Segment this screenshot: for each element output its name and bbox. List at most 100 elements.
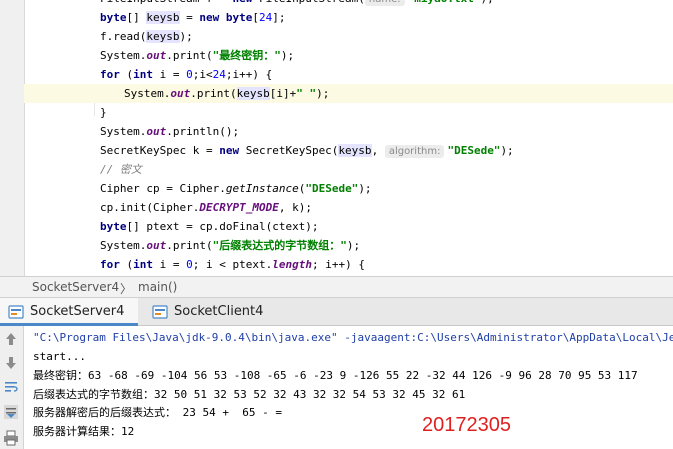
breadcrumb-method[interactable]: main() bbox=[138, 280, 177, 294]
console-command-line: "C:\Program Files\Java\jdk-9.0.4\bin\jav… bbox=[33, 331, 673, 344]
console-line: 后缀表达式的字节数组：32 50 51 32 53 52 32 43 32 32… bbox=[33, 388, 466, 401]
code-token: out bbox=[146, 125, 167, 138]
editor-gutter[interactable] bbox=[0, 0, 25, 276]
code-line[interactable]: cp.init(Cipher.DECRYPT_MODE, k); bbox=[24, 198, 673, 217]
code-token: .println(); bbox=[166, 125, 240, 138]
code-token: getInstance bbox=[225, 182, 299, 195]
code-line[interactable]: System.out.print(keysb[i]+" "); bbox=[24, 84, 673, 103]
code-token: new byte bbox=[199, 11, 253, 24]
print-icon[interactable] bbox=[3, 430, 19, 446]
code-token: ;i< bbox=[192, 68, 213, 81]
code-token: ); bbox=[358, 182, 372, 195]
console-toolbar bbox=[0, 326, 24, 449]
code-line[interactable]: System.out.println(); bbox=[24, 122, 673, 141]
code-line[interactable]: for (int i = 0;i<24;i++) { bbox=[24, 65, 673, 84]
soft-wrap-icon[interactable] bbox=[3, 379, 19, 395]
breadcrumb-separator: 〉 bbox=[120, 282, 133, 296]
code-line[interactable]: } bbox=[24, 103, 673, 122]
code-line-text: Cipher cp = Cipher.getInstance("DESede")… bbox=[100, 179, 372, 198]
code-token: for bbox=[100, 258, 120, 271]
code-line[interactable]: f.read(keysb); bbox=[24, 27, 673, 46]
code-line[interactable]: Cipher cp = Cipher.getInstance("DESede")… bbox=[24, 179, 673, 198]
code-line[interactable]: // 密文 bbox=[24, 160, 673, 179]
code-token: "DESede" bbox=[447, 144, 501, 157]
tab-socketclient4[interactable]: SocketClient4 bbox=[146, 298, 276, 326]
code-token: "miyao.txt" bbox=[408, 0, 481, 5]
breadcrumb: SocketServer4 〉 main() bbox=[0, 276, 673, 298]
code-token: keysb bbox=[146, 11, 180, 24]
code-token: ); bbox=[179, 30, 193, 43]
code-line-text: f.read(keysb); bbox=[100, 27, 193, 46]
code-token: , bbox=[371, 144, 385, 157]
code-lines[interactable]: FileInputStream f = new FileInputStream(… bbox=[24, 0, 673, 276]
code-token: new bbox=[232, 0, 252, 5]
code-token: .print( bbox=[166, 49, 213, 62]
code-line-text: System.out.print(keysb[i]+" "); bbox=[124, 84, 329, 103]
code-line-text: cp.init(Cipher.DECRYPT_MODE, k); bbox=[100, 198, 312, 217]
code-line[interactable]: FileInputStream f = new FileInputStream(… bbox=[24, 0, 673, 8]
breadcrumb-class[interactable]: SocketServer4 bbox=[32, 280, 119, 294]
down-arrow-icon[interactable] bbox=[3, 355, 19, 371]
code-token: " " bbox=[296, 87, 317, 100]
code-line[interactable]: System.out.print("最终密钥："); bbox=[24, 46, 673, 65]
code-token: ); bbox=[280, 49, 295, 62]
code-line[interactable]: byte[] ptext = cp.doFinal(ctext); bbox=[24, 217, 673, 236]
code-line[interactable]: byte[] keysb = new byte[24]; bbox=[24, 8, 673, 27]
code-token: ]; bbox=[272, 11, 286, 24]
console-line: 服务器计算结果：12 bbox=[33, 425, 135, 438]
code-token: } bbox=[100, 106, 107, 119]
code-token: System. bbox=[100, 239, 147, 252]
code-token: "最终密钥：" bbox=[212, 49, 281, 62]
code-token: keysb bbox=[236, 87, 270, 100]
code-line-text: // 密文 bbox=[100, 160, 142, 179]
code-token: "后缀表达式的字节数组：" bbox=[212, 239, 347, 252]
code-line-text: for (int i = 0; i < ptext.length; i++) { bbox=[100, 255, 365, 274]
java-class-icon bbox=[152, 305, 168, 319]
code-line-text: System.out.print("后缀表达式的字节数组："); bbox=[100, 236, 360, 255]
code-line-text: byte[] ptext = cp.doFinal(ctext); bbox=[100, 217, 319, 236]
code-token: .print( bbox=[190, 87, 237, 100]
code-token: ); bbox=[346, 239, 361, 252]
code-token: out bbox=[146, 49, 167, 62]
console-line: 服务器解密后的后缀表达式： 23 54 + 65 - = bbox=[33, 406, 282, 419]
code-line-text: byte[] keysb = new byte[24]; bbox=[100, 8, 285, 27]
scroll-to-end-icon[interactable] bbox=[3, 404, 19, 420]
code-token: out bbox=[146, 239, 167, 252]
code-token: byte bbox=[100, 220, 127, 233]
code-token: ; i < ptext. bbox=[192, 258, 273, 271]
code-token: int bbox=[133, 258, 153, 271]
code-token: System. bbox=[100, 49, 147, 62]
code-token: "DESede" bbox=[305, 182, 359, 195]
code-line-text: SecretKeySpec k = new SecretKeySpec(keys… bbox=[100, 141, 514, 161]
code-token: keysb bbox=[338, 144, 372, 157]
code-token: [] bbox=[126, 11, 147, 24]
run-tab-bar: SocketServer4 SocketClient4 bbox=[0, 298, 673, 326]
code-token: length bbox=[272, 258, 312, 271]
code-token: ); bbox=[316, 87, 330, 100]
code-token: int bbox=[133, 68, 153, 81]
console-output[interactable]: "C:\Program Files\Java\jdk-9.0.4\bin\jav… bbox=[24, 326, 673, 449]
code-line-text: System.out.print("最终密钥："); bbox=[100, 46, 294, 65]
code-token: 0 bbox=[186, 68, 193, 81]
code-token: i = bbox=[153, 68, 187, 81]
code-line[interactable]: for (int i = 0; i < ptext.length; i++) { bbox=[24, 255, 673, 274]
code-token: cp.init(Cipher. bbox=[100, 201, 200, 214]
code-line-text: System.out.println(); bbox=[100, 122, 239, 141]
code-token: = bbox=[179, 11, 200, 24]
parameter-hint: algorithm: bbox=[384, 145, 445, 158]
console-line: 最终密钥：63 -68 -69 -104 56 53 -108 -65 -6 -… bbox=[33, 369, 638, 382]
code-token: [i]+ bbox=[269, 87, 297, 100]
tab-label: SocketServer4 bbox=[30, 304, 125, 319]
code-line[interactable]: System.out.print("后缀表达式的字节数组："); bbox=[24, 236, 673, 255]
code-token: [ bbox=[252, 11, 259, 24]
up-arrow-icon[interactable] bbox=[3, 331, 19, 347]
code-token: out bbox=[170, 87, 191, 100]
code-line[interactable]: SecretKeySpec k = new SecretKeySpec(keys… bbox=[24, 141, 673, 160]
code-line-text: } bbox=[100, 103, 107, 122]
tab-socketserver4[interactable]: SocketServer4 bbox=[0, 298, 138, 326]
code-token: [] ptext = cp.doFinal(ctext); bbox=[126, 220, 319, 233]
code-token: keysb bbox=[146, 30, 180, 43]
code-token: DECRYPT_MODE bbox=[199, 201, 279, 214]
code-editor[interactable]: FileInputStream f = new FileInputStream(… bbox=[0, 0, 673, 276]
code-line-text: for (int i = 0;i<24;i++) { bbox=[100, 65, 272, 84]
